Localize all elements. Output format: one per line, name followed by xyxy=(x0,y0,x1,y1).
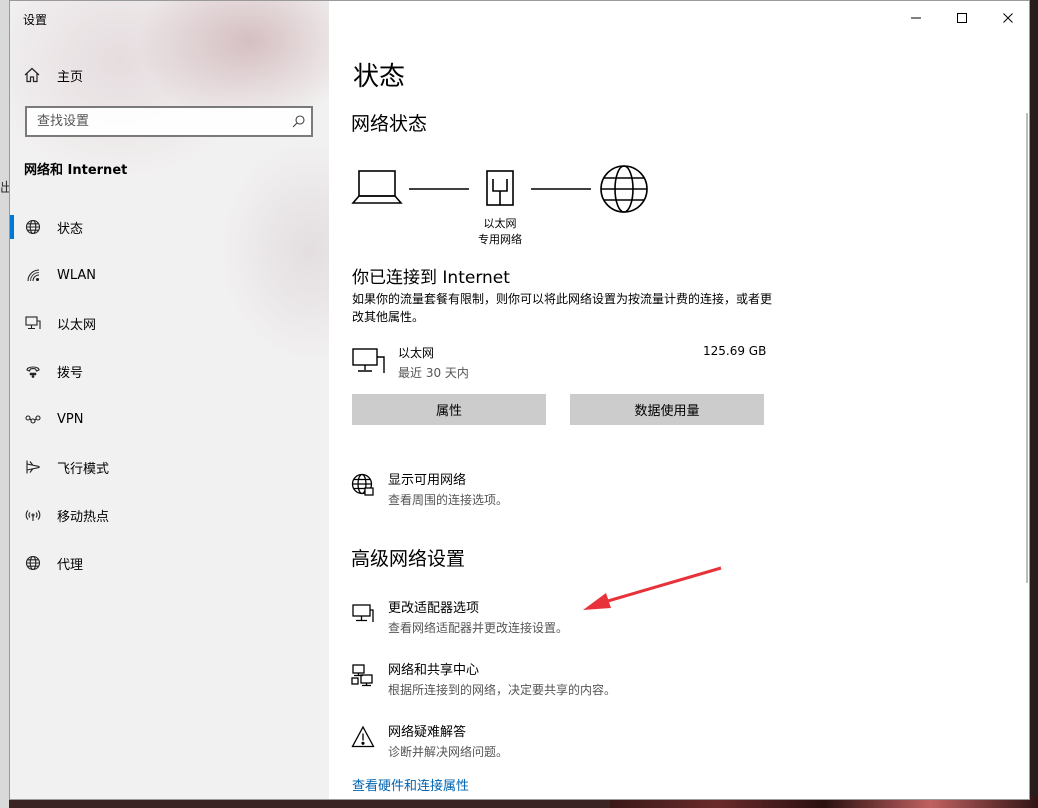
diagram-label-private: 专用网络 xyxy=(478,233,522,246)
network-globe-icon xyxy=(351,473,374,496)
minimize-icon xyxy=(911,17,921,19)
maximize-button[interactable] xyxy=(939,1,985,35)
connection-status-description: 如果你的流量套餐有限制，则你可以将此网络设置为按流量计费的连接，或者更改其他属性… xyxy=(352,292,773,324)
hardware-properties-link[interactable]: 查看硬件和连接属性 xyxy=(352,775,469,794)
sidebar-item-label: 代理 xyxy=(57,557,84,573)
sidebar-item-wlan[interactable]: WLAN xyxy=(10,251,329,299)
sharing-center-desc: 根据所连接到的网络，决定要共享的内容。 xyxy=(388,683,617,697)
close-button[interactable] xyxy=(985,1,1029,35)
network-diagram: 以太网 专用网络 xyxy=(329,161,669,251)
close-icon xyxy=(1003,13,1013,23)
troubleshooter-link[interactable]: 网络疑难解答 诊断并解决网络问题。 xyxy=(351,724,508,761)
warning-icon xyxy=(351,725,375,748)
ethernet-icon xyxy=(25,316,41,330)
adapter-settings-icon xyxy=(352,604,374,622)
adapter-options-desc: 查看网络适配器并更改连接设置。 xyxy=(388,621,569,635)
sidebar-item-ethernet[interactable]: 以太网 xyxy=(10,299,329,347)
search-input[interactable] xyxy=(27,108,289,135)
sidebar-item-label: 飞行模式 xyxy=(57,461,110,477)
adapter-usage: 125.69 GB xyxy=(703,344,767,358)
sharing-center-icon xyxy=(351,664,373,687)
troubleshooter-desc: 诊断并解决网络问题。 xyxy=(388,745,509,759)
globe-icon xyxy=(25,555,41,571)
wifi-icon xyxy=(27,269,40,282)
internet-globe-icon xyxy=(600,165,648,213)
hotspot-icon xyxy=(25,510,41,521)
network-status-heading: 网络状态 xyxy=(351,113,428,135)
dialup-icon xyxy=(26,366,40,378)
vpn-icon xyxy=(25,415,41,424)
main-content: 状态 网络状态 以太网 专用网络 你已连接到 Internet 如果你的流量套餐 xyxy=(329,1,1029,799)
advanced-settings-heading: 高级网络设置 xyxy=(351,548,466,570)
router-icon xyxy=(486,170,514,206)
sidebar: 设置 主页 网络和 Internet 状态 xyxy=(10,1,329,799)
sidebar-item-proxy[interactable]: 代理 xyxy=(10,539,329,587)
minimize-button[interactable] xyxy=(893,1,939,35)
sidebar-item-status[interactable]: 状态 xyxy=(10,203,329,251)
sidebar-item-label: 移动热点 xyxy=(57,509,110,525)
show-networks-desc: 查看周围的连接选项。 xyxy=(388,493,509,507)
globe-status-icon xyxy=(25,219,41,235)
sidebar-item-dialup[interactable]: 拨号 xyxy=(10,347,329,395)
sidebar-item-label: WLAN xyxy=(57,267,97,283)
sidebar-item-label: 以太网 xyxy=(57,317,97,333)
properties-button[interactable]: 属性 xyxy=(352,394,546,425)
ethernet-adapter-icon xyxy=(352,348,385,373)
airplane-icon xyxy=(26,460,40,474)
change-adapter-options-link[interactable]: 更改适配器选项 查看网络适配器并更改连接设置。 xyxy=(351,600,568,637)
data-usage-button[interactable]: 数据使用量 xyxy=(570,394,764,425)
diagram-label-ethernet: 以太网 xyxy=(483,217,517,230)
sidebar-item-label: 状态 xyxy=(57,221,84,237)
sidebar-item-hotspot[interactable]: 移动热点 xyxy=(10,491,329,539)
adapter-name: 以太网 xyxy=(398,346,435,360)
home-button[interactable]: 主页 xyxy=(23,63,83,87)
adapter-options-title: 更改适配器选项 xyxy=(388,601,480,616)
sharing-center-title: 网络和共享中心 xyxy=(388,663,480,678)
show-networks-title: 显示可用网络 xyxy=(388,473,467,488)
desktop-background-left: 出 xyxy=(0,0,13,808)
page-title: 状态 xyxy=(353,62,406,92)
home-label: 主页 xyxy=(57,69,84,85)
maximize-icon xyxy=(957,13,967,23)
troubleshooter-title: 网络疑难解答 xyxy=(388,725,467,740)
desktop-background-right xyxy=(1030,0,1038,808)
pc-icon xyxy=(351,170,403,204)
show-available-networks-link[interactable]: 显示可用网络 查看周围的连接选项。 xyxy=(351,472,508,509)
network-diagram-graphic xyxy=(351,165,648,213)
section-title: 网络和 Internet xyxy=(24,163,128,178)
sidebar-item-vpn[interactable]: VPN xyxy=(10,395,329,443)
connection-status-title: 你已连接到 Internet xyxy=(352,268,510,288)
scrollbar[interactable] xyxy=(1026,113,1028,583)
sidebar-item-airplane[interactable]: 飞行模式 xyxy=(10,443,329,491)
search-box[interactable] xyxy=(25,106,313,137)
settings-window: 设置 主页 网络和 Internet 状态 xyxy=(9,0,1030,800)
sharing-center-link[interactable]: 网络和共享中心 根据所连接到的网络，决定要共享的内容。 xyxy=(351,662,616,699)
sidebar-item-label: VPN xyxy=(57,411,84,427)
sidebar-nav: 状态 WLAN 以太网 拨号 VPN 飞行模式 移动热点 代理 xyxy=(10,203,329,587)
adapter-period: 最近 30 天内 xyxy=(398,366,469,380)
sidebar-item-label: 拨号 xyxy=(57,365,84,381)
home-icon xyxy=(24,67,40,83)
search-icon[interactable] xyxy=(292,115,305,128)
window-title: 设置 xyxy=(23,13,48,27)
